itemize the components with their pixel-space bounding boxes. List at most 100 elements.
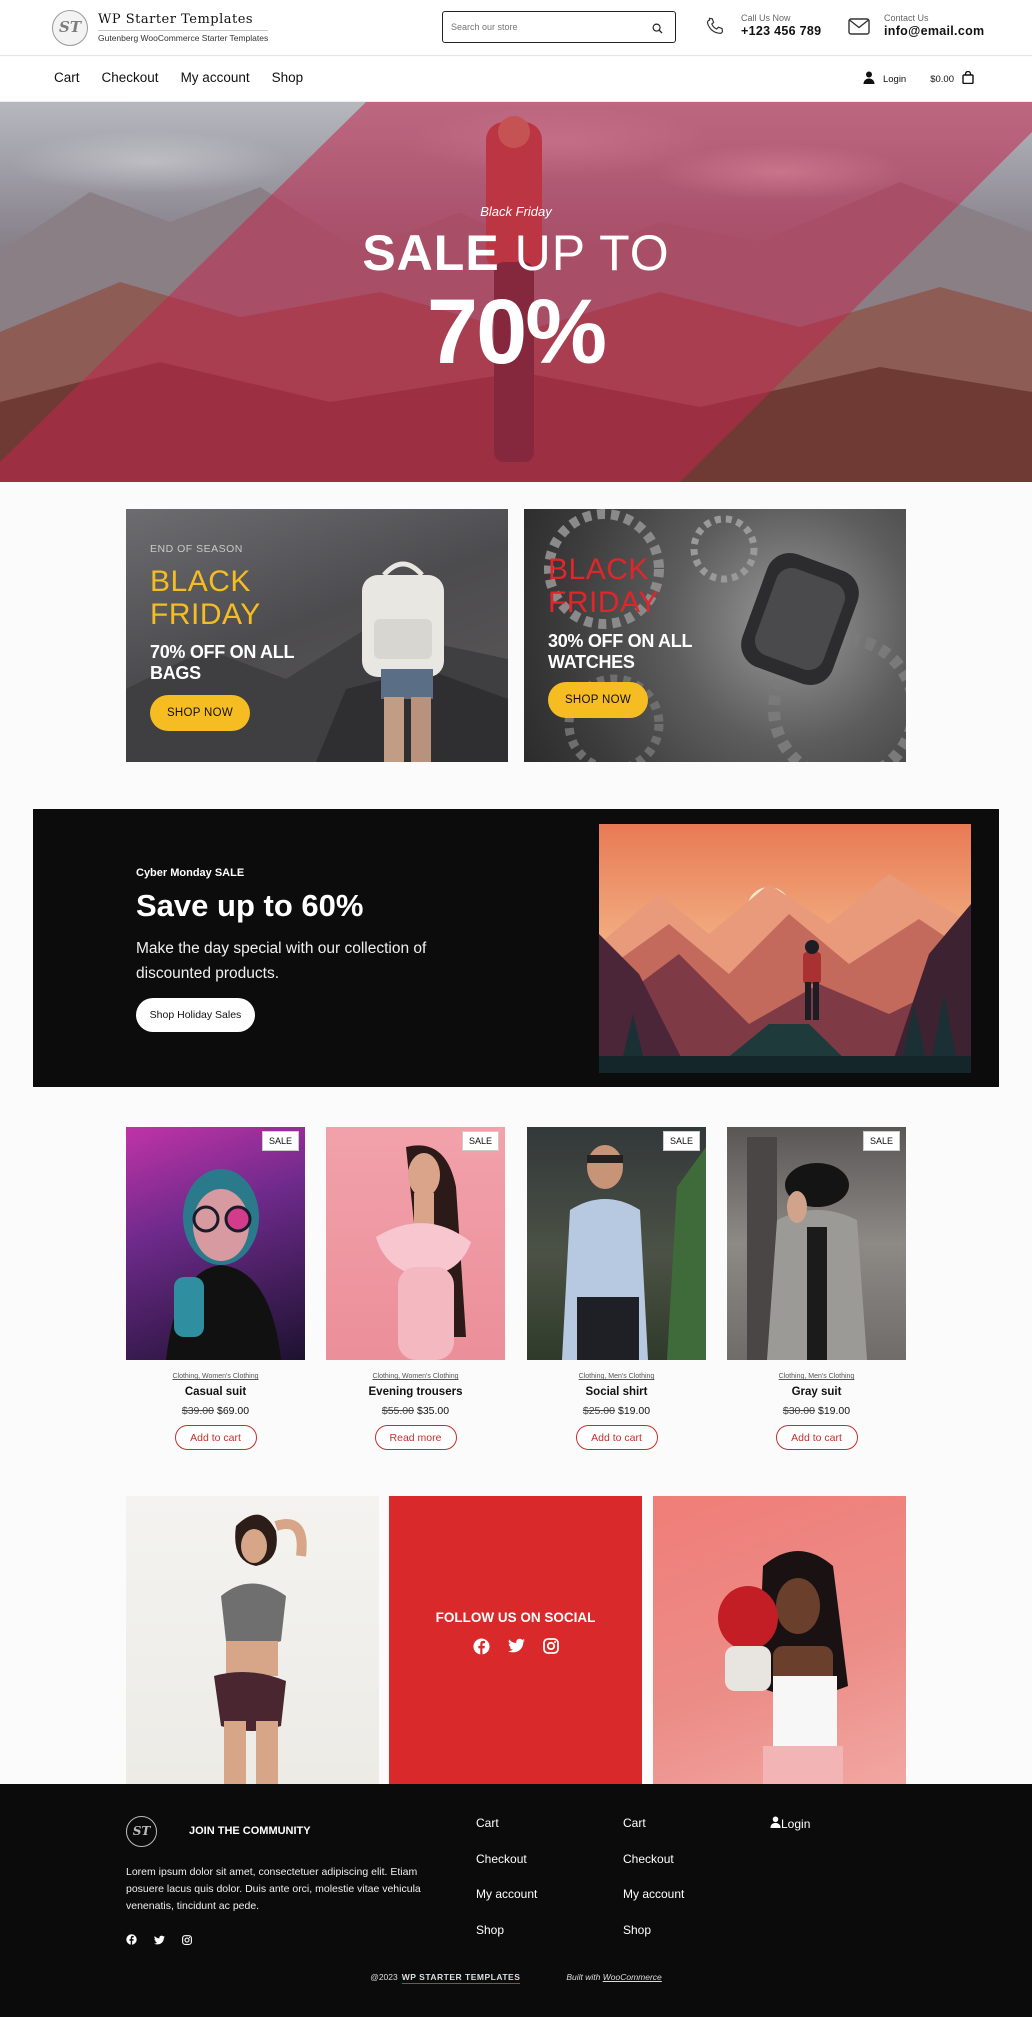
product-price: $25.00 $19.00 bbox=[527, 1405, 706, 1417]
hero-banner[interactable]: Black Friday SALE UP TO 70% bbox=[0, 102, 1032, 482]
twitter-icon[interactable] bbox=[507, 1638, 525, 1660]
product-name[interactable]: Social shirt bbox=[527, 1386, 706, 1398]
shopping-bag-icon[interactable] bbox=[962, 70, 974, 87]
main-nav: Cart Checkout My account Shop Login $0.0… bbox=[0, 57, 1032, 102]
woocommerce-link[interactable]: WooCommerce bbox=[603, 1972, 662, 1982]
product-card-casual-suit: SALE Clothing, Women's Clothing Casual s… bbox=[126, 1127, 305, 1450]
product-image[interactable]: SALE bbox=[527, 1127, 706, 1360]
promo-watches-sub-line2: WATCHES bbox=[548, 652, 635, 672]
footer-login-link[interactable]: Login bbox=[781, 1817, 810, 1831]
add-to-cart-button[interactable]: Add to cart bbox=[775, 1425, 858, 1450]
footer-link-checkout[interactable]: Checkout bbox=[476, 1852, 527, 1866]
hero-kicker: Black Friday bbox=[480, 204, 552, 219]
search-input[interactable] bbox=[451, 19, 641, 35]
promo-watches-title: BLACK FRIDAY bbox=[548, 553, 659, 619]
nav-shop[interactable]: Shop bbox=[272, 70, 304, 85]
product-sale-price: $69.00 bbox=[217, 1405, 250, 1417]
footer-link-cart[interactable]: Cart bbox=[623, 1816, 646, 1830]
footer-link-cart[interactable]: Cart bbox=[476, 1816, 499, 1830]
product-image[interactable]: SALE bbox=[126, 1127, 305, 1360]
cyber-description: Make the day special with our collection… bbox=[136, 940, 427, 982]
product-image[interactable]: SALE bbox=[326, 1127, 505, 1360]
twitter-icon[interactable] bbox=[154, 1932, 165, 1950]
cyber-title: Save up to 60% bbox=[136, 888, 364, 923]
nav-checkout[interactable]: Checkout bbox=[102, 70, 159, 85]
facebook-icon[interactable] bbox=[126, 1932, 137, 1950]
promo-watches-title-line1: BLACK bbox=[548, 553, 649, 586]
shop-holiday-sales-button[interactable]: Shop Holiday Sales bbox=[136, 998, 255, 1032]
nav-my-account[interactable]: My account bbox=[181, 70, 250, 85]
footer-logo[interactable]: ST bbox=[126, 1816, 157, 1847]
product-name[interactable]: Evening trousers bbox=[326, 1386, 505, 1398]
contact-us-block[interactable]: Contact Us info@email.com bbox=[884, 13, 984, 38]
product-photo-woman-pink bbox=[376, 1145, 471, 1360]
add-to-cart-button[interactable]: Add to cart bbox=[575, 1425, 658, 1450]
footer-link-my-account[interactable]: My account bbox=[623, 1887, 684, 1901]
sale-badge: SALE bbox=[862, 1131, 900, 1151]
product-categories[interactable]: Clothing, Men's Clothing bbox=[527, 1373, 706, 1380]
instagram-icon[interactable] bbox=[182, 1932, 192, 1950]
call-number[interactable]: +123 456 789 bbox=[741, 24, 821, 38]
product-image[interactable]: SALE bbox=[727, 1127, 906, 1360]
product-categories[interactable]: Clothing, Women's Clothing bbox=[326, 1373, 505, 1380]
mail-icon bbox=[848, 18, 870, 40]
product-photo-woman-neon bbox=[166, 1169, 281, 1360]
product-card-evening-trousers: SALE Clothing, Women's Clothing Evening … bbox=[326, 1127, 505, 1450]
nav-account-area: Login $0.00 bbox=[863, 70, 974, 87]
footer-menu-1: Cart Checkout My account Shop bbox=[476, 1816, 537, 1958]
fitness-woman-photo bbox=[214, 1514, 307, 1784]
footer-social-icons bbox=[126, 1932, 192, 1950]
call-us-block[interactable]: Call Us Now +123 456 789 bbox=[741, 13, 821, 38]
user-icon[interactable] bbox=[770, 1816, 781, 1831]
read-more-button[interactable]: Read more bbox=[374, 1425, 457, 1450]
site-logo[interactable]: ST bbox=[52, 10, 88, 46]
footer-link-shop[interactable]: Shop bbox=[476, 1923, 504, 1937]
hero-headline-light: UP TO bbox=[499, 225, 670, 281]
facebook-icon[interactable] bbox=[472, 1638, 490, 1660]
follow-us-tile: FOLLOW US ON SOCIAL bbox=[389, 1496, 642, 1784]
product-photo-man-shirt bbox=[562, 1145, 706, 1360]
add-to-cart-button[interactable]: Add to cart bbox=[174, 1425, 257, 1450]
contact-email[interactable]: info@email.com bbox=[884, 24, 984, 38]
search-icon[interactable] bbox=[652, 21, 663, 39]
user-icon[interactable] bbox=[863, 71, 875, 87]
built-with-text: Built with WooCommerce bbox=[566, 1972, 661, 1982]
call-label: Call Us Now bbox=[741, 13, 791, 23]
contact-label: Contact Us bbox=[884, 13, 929, 23]
promo-bags-title-line2: FRIDAY bbox=[150, 598, 261, 631]
copyright-year: @2023 bbox=[370, 1972, 398, 1982]
product-categories[interactable]: Clothing, Women's Clothing bbox=[126, 1373, 305, 1380]
search-box bbox=[442, 11, 676, 43]
footer-join-heading: JOIN THE COMMUNITY bbox=[189, 1825, 311, 1837]
product-name[interactable]: Gray suit bbox=[727, 1386, 906, 1398]
product-name[interactable]: Casual suit bbox=[126, 1386, 305, 1398]
promo-card-bags[interactable]: END OF SEASON BLACK FRIDAY 70% OFF ON AL… bbox=[126, 509, 508, 762]
product-categories[interactable]: Clothing, Men's Clothing bbox=[727, 1373, 906, 1380]
login-link[interactable]: Login bbox=[883, 74, 906, 85]
promo-bags-sub-line2: BAGS bbox=[150, 663, 201, 683]
hero-headline-bold: SALE bbox=[362, 225, 500, 281]
promo-watches-title-line2: FRIDAY bbox=[548, 586, 659, 619]
footer-link-my-account[interactable]: My account bbox=[476, 1887, 537, 1901]
promo-bags-shop-button[interactable]: SHOP NOW bbox=[150, 695, 250, 731]
footer-link-checkout[interactable]: Checkout bbox=[623, 1852, 674, 1866]
promo-bags-title: BLACK FRIDAY bbox=[150, 565, 261, 631]
product-old-price: $30.00 bbox=[782, 1405, 815, 1417]
footer-bottom-bar: @2023 WP STARTER TEMPLATES Built with WooC… bbox=[0, 1972, 1032, 1984]
fitness-photo-tile bbox=[126, 1496, 379, 1784]
nav-cart[interactable]: Cart bbox=[54, 70, 80, 85]
promo-watches-sub-line1: 30% OFF ON ALL bbox=[548, 631, 693, 651]
brand-title[interactable]: WP Starter Templates bbox=[98, 12, 253, 27]
promo-bags-sub-line1: 70% OFF ON ALL bbox=[150, 642, 295, 662]
footer-brand-link[interactable]: WP STARTER TEMPLATES bbox=[401, 1972, 521, 1984]
brand-subtitle: Gutenberg WooCommerce Starter Templates bbox=[98, 30, 269, 43]
footer-link-shop[interactable]: Shop bbox=[623, 1923, 651, 1937]
promo-card-watches[interactable]: BLACK FRIDAY 30% OFF ON ALL WATCHES SHOP… bbox=[524, 509, 906, 762]
promo-watches-shop-button[interactable]: SHOP NOW bbox=[548, 682, 648, 718]
promo-bags-kicker: END OF SEASON bbox=[150, 543, 243, 555]
product-sale-price: $19.00 bbox=[818, 1405, 851, 1417]
instagram-icon[interactable] bbox=[542, 1638, 559, 1660]
footer-account: Login bbox=[770, 1816, 810, 1852]
product-price: $39.00 $69.00 bbox=[126, 1405, 305, 1417]
cart-total[interactable]: $0.00 bbox=[930, 74, 954, 85]
